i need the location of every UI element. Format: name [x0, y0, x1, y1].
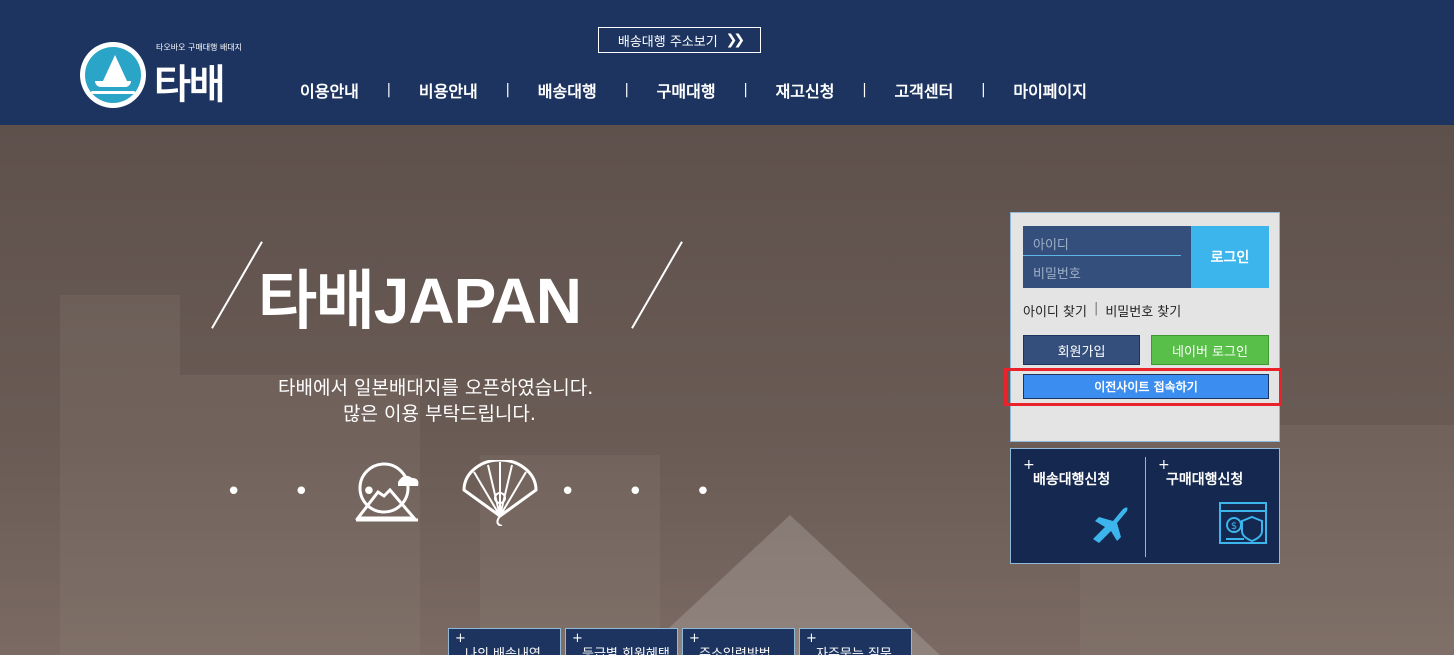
login-button[interactable]: 로그인: [1191, 226, 1269, 288]
shipping-request-label: 배송대행신청: [1033, 472, 1111, 488]
nav-item-stock[interactable]: 재고신청: [776, 78, 835, 102]
site-logo[interactable]: 타오바오 구매대행 배대지 타배: [80, 40, 260, 108]
apply-panel: + 배송대행신청 + 구매대행신청 $: [1010, 448, 1280, 564]
hero-subtitle-line1: 타배에서 일본배대지를 오픈하였습니다.: [278, 377, 594, 399]
payment-security-icon: $: [1219, 502, 1267, 544]
background-building: [60, 295, 180, 655]
login-input-group: 아이디 비밀번호: [1023, 226, 1191, 288]
purchase-request-button[interactable]: + 구매대행신청 $: [1146, 449, 1280, 563]
tab-label: 나의 배송내역: [465, 647, 541, 655]
folding-fan-icon: [462, 460, 538, 526]
nav-separator: |: [505, 82, 511, 98]
nav-separator: |: [980, 82, 986, 98]
shipping-request-button[interactable]: + 배송대행신청: [1011, 449, 1145, 563]
tab-my-shipping[interactable]: + 나의 배송내역: [448, 628, 561, 655]
airplane-icon: [1093, 507, 1128, 543]
highlight-outline: [1004, 368, 1282, 406]
main-nav: 이용안내 | 비용안내 | 배송대행 | 구매대행 | 재고신청 | 고객센터 …: [300, 78, 1087, 102]
nav-separator: |: [743, 82, 748, 98]
link-separator: |: [1093, 301, 1099, 316]
double-chevron-right-icon: ❯❯: [725, 32, 746, 48]
nav-item-shipping[interactable]: 배송대행: [538, 78, 597, 102]
tab-address-guide[interactable]: + 주소입력방법: [682, 628, 795, 655]
login-panel: 아이디 비밀번호 로그인 아이디 찾기 | 비밀번호 찾기 회원가입 네이버 로…: [1010, 212, 1280, 442]
nav-item-guide[interactable]: 이용안내: [300, 78, 359, 102]
decorative-dots: • • •: [560, 477, 733, 507]
nav-separator: |: [862, 82, 867, 98]
tab-label: 등급별 회원혜택: [582, 647, 670, 655]
mount-fuji-icon: [354, 462, 419, 522]
logo-text: 타배: [154, 61, 226, 108]
nav-item-cost[interactable]: 비용안내: [419, 78, 478, 102]
nav-item-mypage[interactable]: 마이페이지: [1013, 78, 1087, 102]
purchase-request-label: 구매대행신청: [1166, 472, 1244, 488]
tab-label: 자주묻는 질문: [816, 647, 892, 655]
sailboat-logo-icon: [80, 42, 146, 108]
nav-item-support[interactable]: 고객센터: [894, 78, 953, 102]
nav-item-purchase[interactable]: 구매대행: [657, 78, 716, 102]
decorative-slash: [631, 241, 683, 329]
address-view-button[interactable]: 배송대행 주소보기 ❯❯: [598, 27, 761, 53]
address-view-label: 배송대행 주소보기: [617, 34, 718, 50]
hero-title: 타배JAPAN: [258, 264, 582, 339]
find-account-links: 아이디 찾기 | 비밀번호 찾기: [1023, 301, 1181, 320]
site-header: 타오바오 구매대행 배대지 타배 배송대행 주소보기 ❯❯ 이용안내 | 비용안…: [0, 0, 1454, 125]
tab-faq[interactable]: + 자주묻는 질문: [799, 628, 912, 655]
nav-separator: |: [624, 82, 630, 98]
find-password-link[interactable]: 비밀번호 찾기: [1105, 301, 1181, 320]
svg-text:$: $: [1231, 521, 1237, 532]
input-divider: [1023, 255, 1181, 256]
find-id-link[interactable]: 아이디 찾기: [1023, 301, 1087, 320]
hero-subtitle-line2: 많은 이용 부탁드립니다.: [343, 403, 536, 425]
naver-login-button[interactable]: 네이버 로그인: [1151, 335, 1269, 365]
tab-member-benefits[interactable]: + 등급별 회원혜택: [565, 628, 678, 655]
nav-separator: |: [386, 82, 392, 98]
id-field[interactable]: 아이디: [1033, 234, 1069, 253]
join-button[interactable]: 회원가입: [1023, 335, 1140, 365]
decorative-slash: [211, 241, 263, 329]
password-field[interactable]: 비밀번호: [1033, 263, 1081, 282]
tab-label: 주소입력방법: [699, 647, 771, 655]
